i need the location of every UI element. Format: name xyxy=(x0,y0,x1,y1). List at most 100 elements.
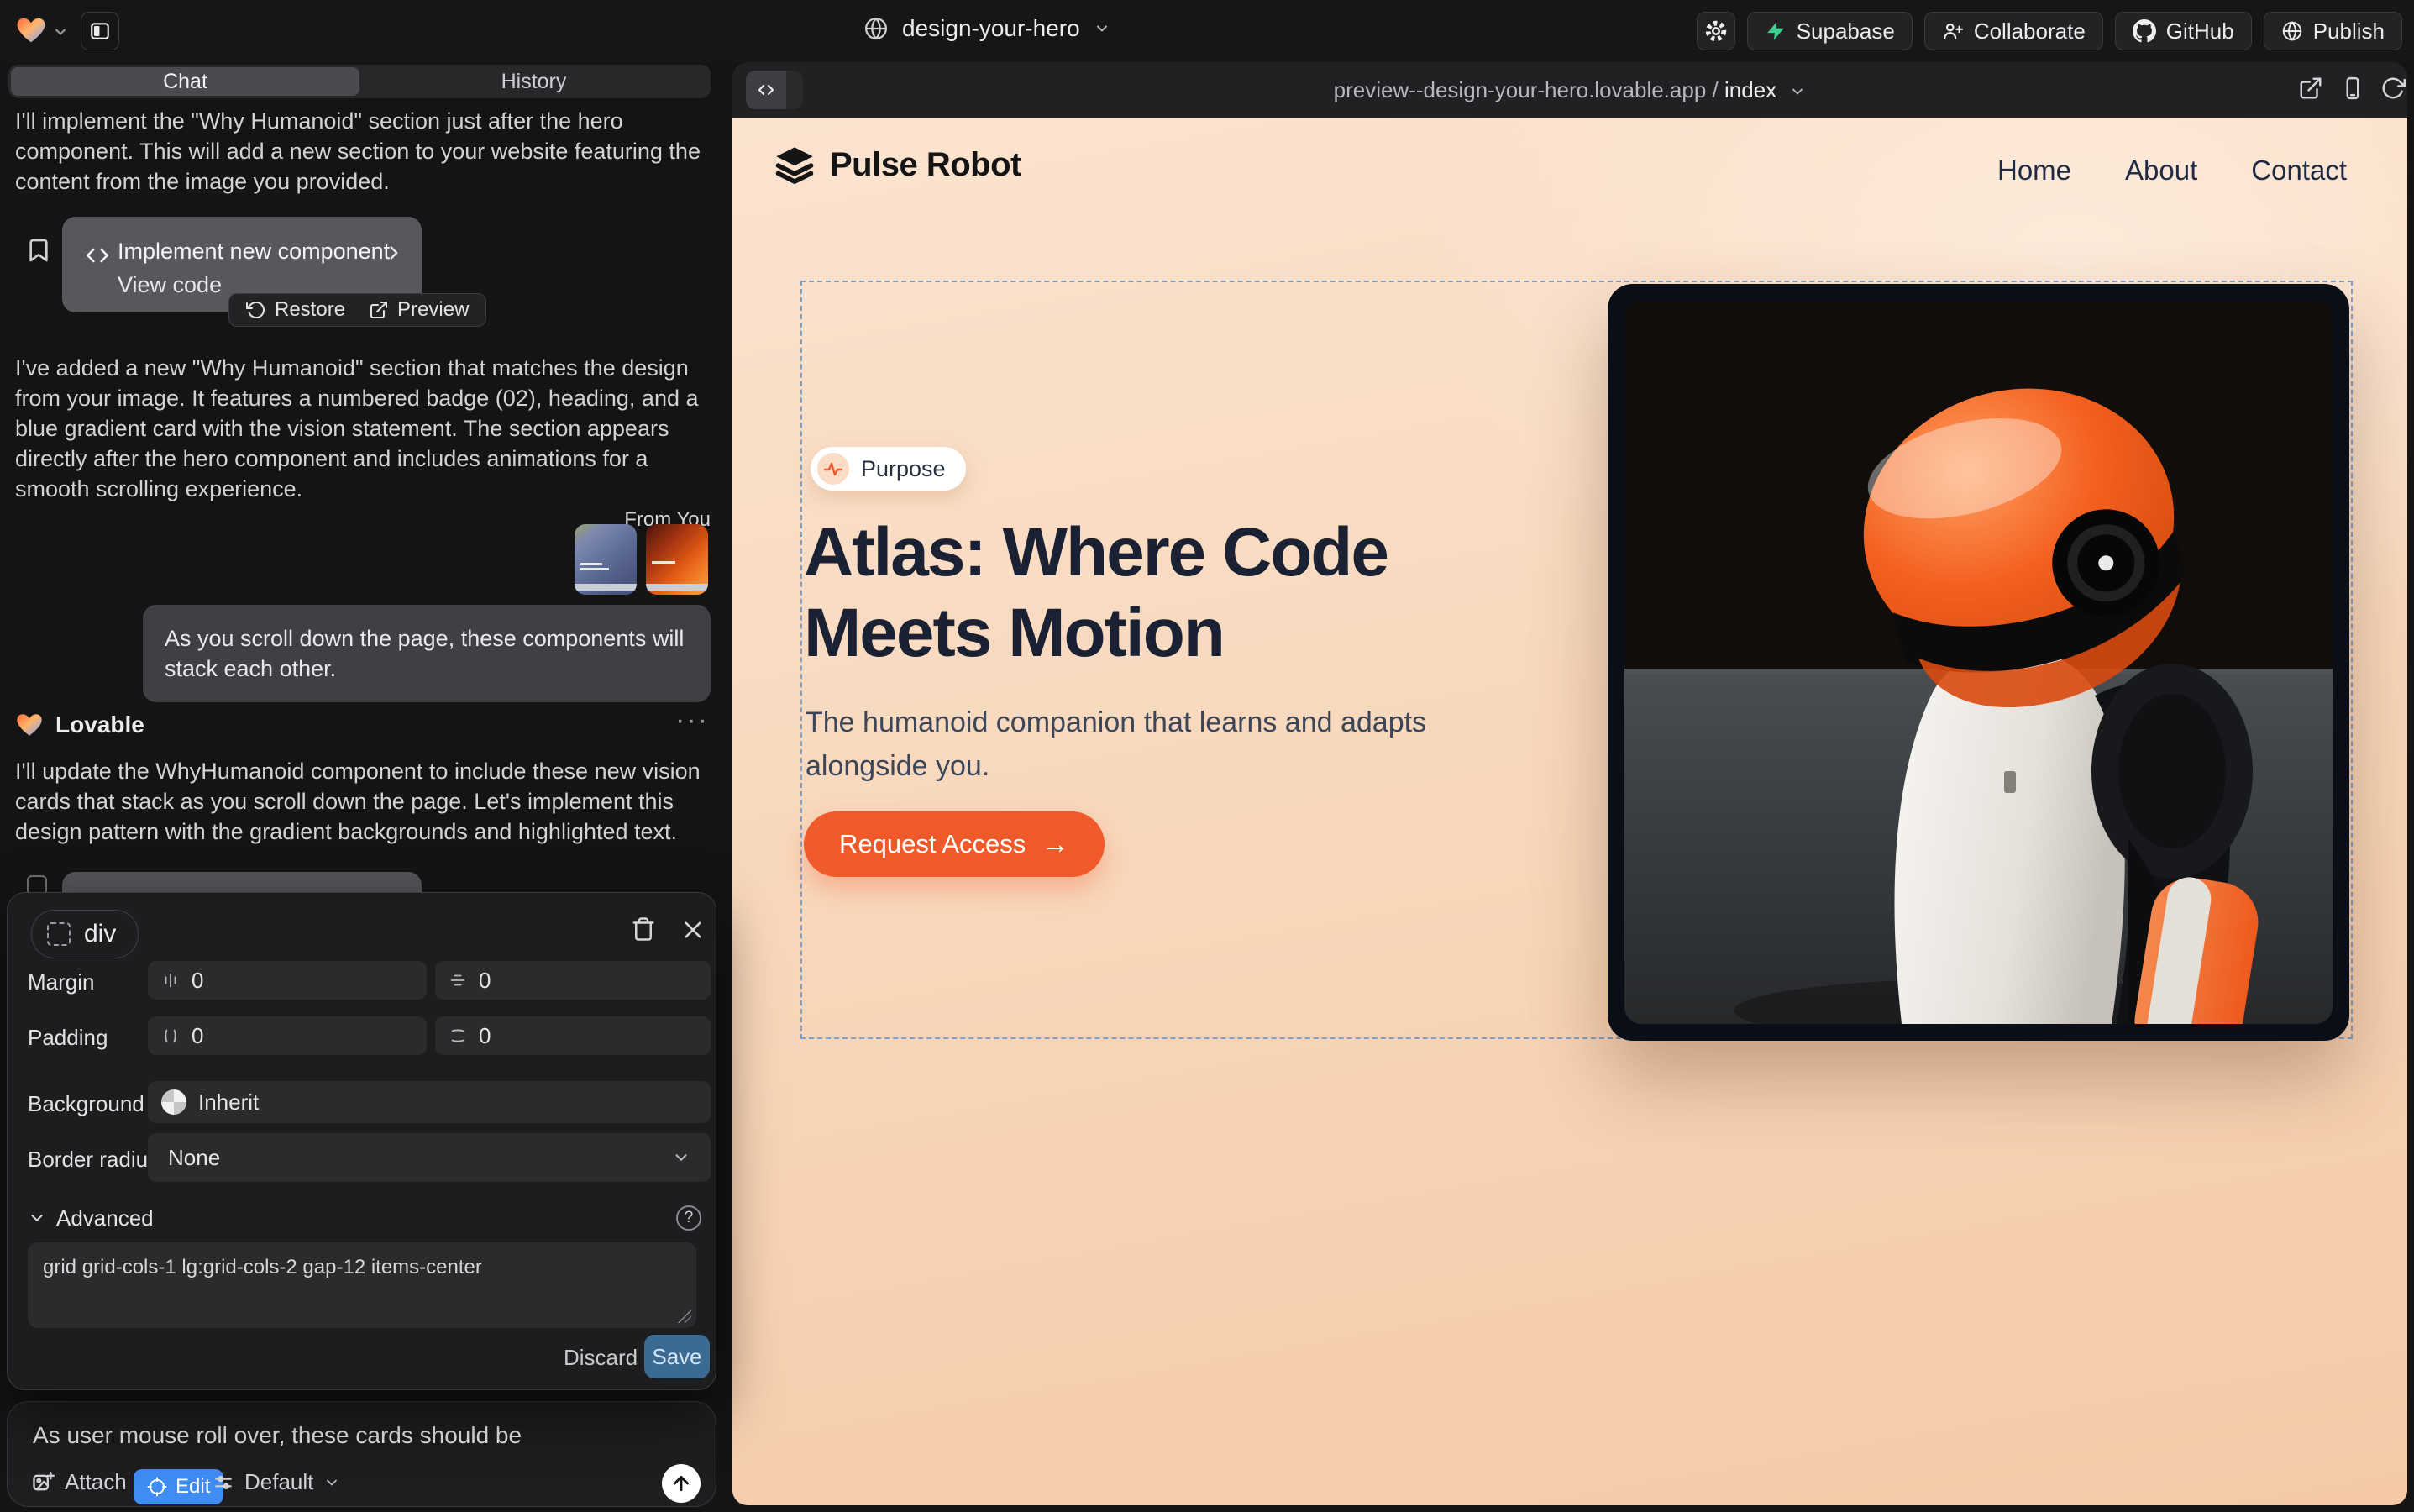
mode-select[interactable]: Default xyxy=(213,1469,340,1495)
nav-contact[interactable]: Contact xyxy=(2251,155,2347,186)
margin-x-value: 0 xyxy=(192,968,203,994)
send-button[interactable] xyxy=(662,1464,701,1503)
help-icon[interactable]: ? xyxy=(676,1205,701,1231)
lovable-heart-icon-small xyxy=(15,711,44,739)
supabase-button[interactable]: Supabase xyxy=(1747,12,1913,50)
nav-about[interactable]: About xyxy=(2125,155,2197,186)
layers-icon xyxy=(773,143,816,186)
hero-subheading: The humanoid companion that learns and a… xyxy=(806,701,1430,788)
component-card-title: Implement new component xyxy=(118,239,390,265)
margin-x-input[interactable]: 0 xyxy=(148,961,427,1000)
resize-grip[interactable] xyxy=(678,1310,691,1323)
padding-x-value: 0 xyxy=(192,1023,203,1049)
project-switcher[interactable]: design-your-hero xyxy=(863,15,1110,42)
background-input[interactable]: Inherit xyxy=(148,1081,711,1123)
supabase-label: Supabase xyxy=(1797,18,1895,45)
project-chevron-down-icon xyxy=(1094,20,1110,37)
edit-label: Edit xyxy=(176,1475,210,1499)
restore-icon xyxy=(246,300,266,320)
save-button[interactable]: Save xyxy=(644,1335,710,1378)
tab-chat[interactable]: Chat xyxy=(11,67,359,96)
user-message-bubble: As you scroll down the page, these compo… xyxy=(143,605,711,702)
element-inspector-panel: div Margin 0 0 Padding 0 0 Background xyxy=(7,892,716,1390)
sidebar-toggle-button[interactable] xyxy=(81,12,119,50)
chevron-right-icon xyxy=(383,242,405,264)
request-access-label: Request Access xyxy=(839,829,1026,859)
attach-label: Attach xyxy=(65,1469,127,1495)
external-link-icon xyxy=(369,300,389,320)
image-plus-icon xyxy=(31,1471,55,1494)
open-in-new-tab-button[interactable] xyxy=(2298,76,2323,101)
globe-icon xyxy=(863,16,889,41)
github-label: GitHub xyxy=(2166,18,2234,45)
bookmark-icon[interactable] xyxy=(25,237,52,264)
github-button[interactable]: GitHub xyxy=(2115,12,2252,50)
purpose-badge-label: Purpose xyxy=(861,456,946,482)
margin-label: Margin xyxy=(28,969,94,995)
attachment-thumbnail-blue[interactable] xyxy=(575,524,637,595)
topbar: design-your-hero Supabase Co xyxy=(0,0,2414,62)
gear-icon xyxy=(1704,19,1728,43)
collaborate-button[interactable]: Collaborate xyxy=(1924,12,2103,50)
attachment-thumbnail-orange[interactable] xyxy=(646,524,708,595)
publish-label: Publish xyxy=(2313,18,2385,45)
composer-input[interactable]: As user mouse roll over, these cards sho… xyxy=(33,1422,522,1449)
workspace-chevron-down-icon[interactable] xyxy=(52,24,69,40)
preview-page: index xyxy=(1724,77,1776,102)
close-panel-button[interactable] xyxy=(681,918,705,942)
settings-button[interactable] xyxy=(1697,12,1735,50)
discard-button[interactable]: Discard xyxy=(564,1345,638,1371)
padding-x-input[interactable]: 0 xyxy=(148,1016,427,1055)
site-canvas: Pulse Robot Home About Contact Purpose A… xyxy=(732,118,2407,1505)
padding-y-input[interactable]: 0 xyxy=(435,1016,711,1055)
message-menu-button[interactable]: ··· xyxy=(675,704,709,737)
background-label: Background xyxy=(28,1091,144,1117)
lovable-heart-icon[interactable] xyxy=(15,14,47,46)
mode-chevron-down-icon xyxy=(323,1474,340,1491)
page-chevron-down-icon xyxy=(1789,83,1806,100)
restore-button[interactable]: Restore xyxy=(246,298,345,322)
publish-button[interactable]: Publish xyxy=(2264,12,2402,50)
crosshair-icon xyxy=(147,1477,167,1497)
border-radius-value: None xyxy=(168,1145,220,1171)
site-brand[interactable]: Pulse Robot xyxy=(773,143,1021,186)
selected-element-pill[interactable]: div xyxy=(31,910,139,958)
mobile-view-button[interactable] xyxy=(2340,76,2365,101)
edit-mode-button[interactable]: Edit xyxy=(134,1469,223,1504)
advanced-label[interactable]: Advanced xyxy=(56,1205,154,1231)
github-icon xyxy=(2133,19,2156,43)
tailwind-classes-textarea[interactable]: grid grid-cols-1 lg:grid-cols-2 gap-12 i… xyxy=(28,1242,696,1328)
padding-y-value: 0 xyxy=(479,1023,491,1049)
view-code-link[interactable]: View code xyxy=(118,272,222,298)
tab-history[interactable]: History xyxy=(359,67,708,96)
advanced-chevron-down-icon[interactable] xyxy=(28,1209,46,1227)
attach-button[interactable]: Attach xyxy=(31,1469,127,1495)
arrow-right-icon: → xyxy=(1041,828,1069,861)
purpose-badge: Purpose xyxy=(811,447,966,491)
delete-element-button[interactable] xyxy=(631,916,656,942)
refresh-button[interactable] xyxy=(2380,76,2406,101)
assistant-message-1: I'll implement the "Why Humanoid" sectio… xyxy=(15,106,712,197)
nav-home[interactable]: Home xyxy=(1997,155,2071,186)
hero-heading: Atlas: Where Code Meets Motion xyxy=(804,512,1484,674)
site-brand-name: Pulse Robot xyxy=(830,146,1021,184)
mode-label: Default xyxy=(244,1469,313,1495)
publish-globe-icon xyxy=(2281,20,2303,42)
preview-window: preview--design-your-hero.lovable.app / … xyxy=(732,62,2407,1505)
preview-url-bar[interactable]: preview--design-your-hero.lovable.app / … xyxy=(732,77,2407,103)
border-radius-select[interactable]: None xyxy=(148,1133,711,1182)
chat-composer[interactable]: As user mouse roll over, these cards sho… xyxy=(7,1401,716,1507)
user-plus-icon xyxy=(1942,20,1964,42)
card-hover-actions: Restore Preview xyxy=(228,293,486,327)
collaborate-label: Collaborate xyxy=(1974,18,2086,45)
supabase-bolt-icon xyxy=(1765,20,1787,42)
restore-label: Restore xyxy=(275,298,345,322)
preview-url: preview--design-your-hero.lovable.app xyxy=(1334,77,1707,102)
dashed-selection-icon xyxy=(47,922,71,946)
preview-button[interactable]: Preview xyxy=(369,298,469,322)
request-access-button[interactable]: Request Access → xyxy=(804,811,1105,877)
margin-y-input[interactable]: 0 xyxy=(435,961,711,1000)
border-radius-label: Border radius xyxy=(28,1147,159,1173)
assistant-message-2: I've added a new "Why Humanoid" section … xyxy=(15,353,712,504)
assistant-message-3: I'll update the WhyHumanoid component to… xyxy=(15,756,712,847)
